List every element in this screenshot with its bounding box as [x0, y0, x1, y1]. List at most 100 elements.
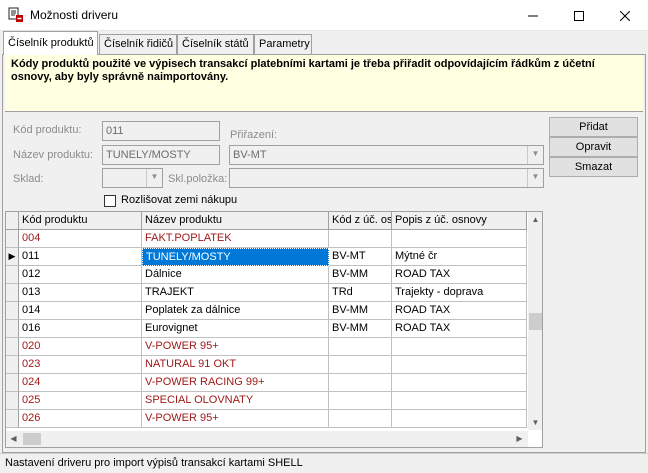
- row-indicator: [6, 266, 19, 284]
- cell-kod-produktu[interactable]: 025: [19, 392, 142, 410]
- sklpolozka-combo[interactable]: ▼: [229, 168, 544, 188]
- minimize-icon: [528, 15, 538, 17]
- cell-nazev-produktu[interactable]: Poplatek za dálnice: [142, 302, 329, 320]
- pridat-button[interactable]: Přidat: [549, 117, 638, 137]
- scroll-left-arrow[interactable]: ◀: [6, 431, 21, 446]
- header-nazev-produktu[interactable]: Název produktu: [142, 212, 329, 230]
- cell-kod-uc-osnovy[interactable]: BV-MT: [329, 248, 392, 266]
- scroll-right-arrow[interactable]: ▶: [512, 431, 527, 446]
- cell-popis-uc-osnovy[interactable]: [392, 392, 527, 410]
- sklpolozka-dropdown-button[interactable]: ▼: [527, 169, 543, 187]
- row-indicator: [6, 374, 19, 392]
- header-popis-uc-osnovy[interactable]: Popis z úč. osnovy: [392, 212, 527, 230]
- maximize-button[interactable]: [556, 0, 602, 31]
- cell-kod-uc-osnovy[interactable]: [329, 338, 392, 356]
- horizontal-scrollbar[interactable]: ◀ ▶: [6, 431, 528, 447]
- cell-popis-uc-osnovy[interactable]: [392, 410, 527, 428]
- cell-nazev-produktu[interactable]: FAKT.POPLATEK: [142, 230, 329, 248]
- cell-nazev-produktu[interactable]: V-POWER 95+: [142, 410, 329, 428]
- cell-nazev-produktu[interactable]: TUNELY/MOSTY: [142, 248, 329, 266]
- cell-kod-uc-osnovy[interactable]: TRd: [329, 284, 392, 302]
- table-row[interactable]: 025 SPECIAL OLOVNATY: [6, 392, 527, 410]
- close-button[interactable]: [602, 0, 648, 31]
- tab-ciselnik-produktu[interactable]: Číselník produktů: [3, 31, 98, 55]
- nazev-produktu-field[interactable]: TUNELY/MOSTY: [102, 145, 220, 165]
- cell-kod-uc-osnovy[interactable]: [329, 374, 392, 392]
- cell-kod-produktu[interactable]: 004: [19, 230, 142, 248]
- sklad-combo[interactable]: ▼: [102, 168, 163, 188]
- cell-kod-uc-osnovy[interactable]: [329, 392, 392, 410]
- cell-popis-uc-osnovy[interactable]: ROAD TAX: [392, 302, 527, 320]
- cell-kod-produktu[interactable]: 020: [19, 338, 142, 356]
- header-kod-uc-osnovy[interactable]: Kód z úč. os: [329, 212, 392, 230]
- cell-kod-produktu[interactable]: 013: [19, 284, 142, 302]
- sklad-label: Sklad:: [13, 173, 44, 185]
- cell-nazev-produktu[interactable]: TRAJEKT: [142, 284, 329, 302]
- cell-kod-produktu[interactable]: 026: [19, 410, 142, 428]
- opravit-button[interactable]: Opravit: [549, 137, 638, 157]
- cell-kod-produktu[interactable]: 012: [19, 266, 142, 284]
- vertical-scrollbar[interactable]: ▲ ▼: [528, 212, 542, 430]
- table-row[interactable]: 014 Poplatek za dálnice BV-MM ROAD TAX: [6, 302, 527, 320]
- cell-kod-uc-osnovy[interactable]: [329, 410, 392, 428]
- cell-popis-uc-osnovy[interactable]: [392, 356, 527, 374]
- table-row[interactable]: ▶ 011 TUNELY/MOSTY BV-MT Mýtné čr: [6, 248, 527, 266]
- table-row[interactable]: 024 V-POWER RACING 99+: [6, 374, 527, 392]
- cell-popis-uc-osnovy[interactable]: Mýtné čr: [392, 248, 527, 266]
- prirazeni-dropdown-button[interactable]: ▼: [527, 146, 543, 164]
- cell-nazev-produktu[interactable]: Dálnice: [142, 266, 329, 284]
- sklad-dropdown-button[interactable]: ▼: [146, 169, 162, 187]
- cell-kod-uc-osnovy[interactable]: [329, 356, 392, 374]
- horizontal-scroll-thumb[interactable]: [23, 433, 41, 445]
- prirazeni-combo[interactable]: BV-MT ▼: [229, 145, 544, 165]
- table-row[interactable]: 013 TRAJEKT TRd Trajekty - doprava: [6, 284, 527, 302]
- status-bar: Nastavení driveru pro import výpisů tran…: [0, 453, 648, 473]
- cell-kod-uc-osnovy[interactable]: [329, 230, 392, 248]
- cell-kod-uc-osnovy[interactable]: BV-MM: [329, 320, 392, 338]
- table-row[interactable]: 023 NATURAL 91 OKT: [6, 356, 527, 374]
- rozlisovat-zemi-checkbox[interactable]: [104, 195, 116, 207]
- tab-ciselnik-ridicu[interactable]: Číselník řidičů: [99, 34, 177, 54]
- table-row[interactable]: 016 Eurovignet BV-MM ROAD TAX: [6, 320, 527, 338]
- cell-popis-uc-osnovy[interactable]: [392, 338, 527, 356]
- cell-popis-uc-osnovy[interactable]: ROAD TAX: [392, 320, 527, 338]
- window-title: Možnosti driveru: [30, 8, 119, 22]
- cell-nazev-produktu[interactable]: SPECIAL OLOVNATY: [142, 392, 329, 410]
- cell-nazev-produktu[interactable]: V-POWER RACING 99+: [142, 374, 329, 392]
- cell-popis-uc-osnovy[interactable]: [392, 230, 527, 248]
- cell-kod-produktu[interactable]: 014: [19, 302, 142, 320]
- chevron-down-icon: ▼: [150, 172, 159, 181]
- row-indicator: [6, 230, 19, 248]
- kod-produktu-field[interactable]: 011: [102, 121, 220, 141]
- cell-kod-produktu[interactable]: 024: [19, 374, 142, 392]
- cell-kod-produktu[interactable]: 023: [19, 356, 142, 374]
- info-text: Kódy produktů použité ve výpisech transa…: [11, 58, 595, 83]
- tab-ciselnik-statu[interactable]: Číselník států: [177, 34, 254, 54]
- table-row[interactable]: 012 Dálnice BV-MM ROAD TAX: [6, 266, 527, 284]
- table-row[interactable]: 004 FAKT.POPLATEK: [6, 230, 527, 248]
- row-indicator: [6, 392, 19, 410]
- cell-kod-uc-osnovy[interactable]: BV-MM: [329, 266, 392, 284]
- cell-kod-produktu[interactable]: 016: [19, 320, 142, 338]
- row-indicator: [6, 356, 19, 374]
- cell-kod-produktu[interactable]: 011: [19, 248, 142, 266]
- products-grid[interactable]: Kód produktu Název produktu Kód z úč. os…: [5, 211, 543, 448]
- chevron-up-icon: ▲: [531, 215, 540, 224]
- minimize-button[interactable]: [510, 0, 556, 31]
- scroll-down-arrow[interactable]: ▼: [528, 415, 542, 430]
- cell-popis-uc-osnovy[interactable]: [392, 374, 527, 392]
- status-text: Nastavení driveru pro import výpisů tran…: [5, 457, 303, 469]
- cell-popis-uc-osnovy[interactable]: ROAD TAX: [392, 266, 527, 284]
- cell-nazev-produktu[interactable]: V-POWER 95+: [142, 338, 329, 356]
- cell-popis-uc-osnovy[interactable]: Trajekty - doprava: [392, 284, 527, 302]
- vertical-scroll-thumb[interactable]: [529, 313, 542, 330]
- cell-nazev-produktu[interactable]: NATURAL 91 OKT: [142, 356, 329, 374]
- tab-parametry[interactable]: Parametry: [254, 34, 312, 54]
- smazat-button[interactable]: Smazat: [549, 157, 638, 177]
- cell-kod-uc-osnovy[interactable]: BV-MM: [329, 302, 392, 320]
- table-row[interactable]: 020 V-POWER 95+: [6, 338, 527, 356]
- scroll-up-arrow[interactable]: ▲: [528, 212, 542, 227]
- header-kod-produktu[interactable]: Kód produktu: [19, 212, 142, 230]
- table-row[interactable]: 026 V-POWER 95+: [6, 410, 527, 428]
- cell-nazev-produktu[interactable]: Eurovignet: [142, 320, 329, 338]
